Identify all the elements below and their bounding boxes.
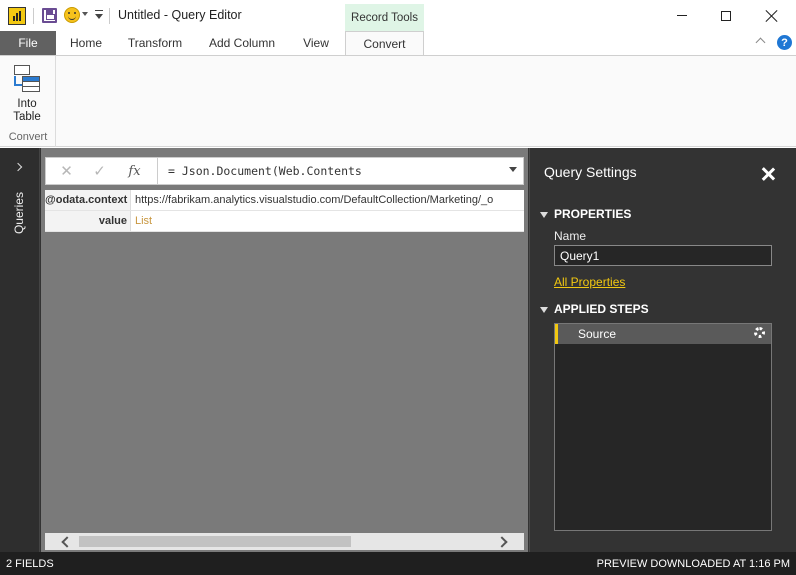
title-bar: Untitled - Query Editor Record Tools [0,0,796,31]
into-table-button[interactable]: Into Table [6,62,48,130]
fx-icon[interactable]: fx [118,158,151,184]
applied-steps-section-header[interactable]: APPLIED STEPS [540,302,649,316]
record-field-name: value [45,211,131,231]
into-table-label: Into Table [13,98,41,123]
formula-bar: ✕ ✓ fx = Json.Document(Web.Contents [45,157,524,185]
close-icon [766,10,778,22]
table-row: @odata.context https://fabrikam.analytic… [45,190,524,211]
close-button[interactable] [749,0,795,31]
applied-steps-list: Source [554,323,772,531]
tab-transform[interactable]: Transform [118,31,192,55]
into-table-icon [12,64,42,96]
collapse-triangle-icon [540,306,548,313]
record-field-value[interactable]: https://fabrikam.analytics.visualstudio.… [135,190,521,210]
scrollbar-thumb[interactable] [79,536,351,547]
power-bi-app-icon[interactable] [8,7,26,25]
cancel-formula-icon[interactable]: ✕ [50,158,83,184]
queries-pane: Queries [0,148,40,552]
record-tools-context-header: Record Tools [345,4,424,31]
chevron-down-icon[interactable] [82,12,88,16]
quick-access-separator [33,8,34,24]
expand-formula-icon[interactable] [509,167,517,172]
ribbon-tabs: File Home Transform Add Column View Conv… [0,31,796,56]
status-bar: 2 FIELDS PREVIEW DOWNLOADED AT 1:16 PM [0,552,796,575]
preview-status: PREVIEW DOWNLOADED AT 1:16 PM [596,558,790,570]
record-table: @odata.context https://fabrikam.analytic… [45,190,524,232]
commit-formula-icon[interactable]: ✓ [83,158,116,184]
table-row: value List [45,211,524,232]
formula-input[interactable]: = Json.Document(Web.Contents [168,164,362,178]
scroll-left-icon[interactable] [61,537,69,545]
ribbon: Into Table Convert [0,55,796,147]
tab-home[interactable]: Home [58,31,114,55]
main-area: Queries ✕ ✓ fx = Json.Document(Web.Conte… [0,148,796,552]
name-label: Name [554,229,587,243]
collapse-triangle-icon [540,211,548,218]
close-icon[interactable] [761,167,775,181]
step-label: Source [578,327,617,341]
maximize-icon [721,10,731,21]
horizontal-scrollbar[interactable] [45,533,524,550]
tab-view[interactable]: View [292,31,340,55]
data-preview-area: ✕ ✓ fx = Json.Document(Web.Contents @oda… [41,148,528,552]
tab-file[interactable]: File [0,31,56,55]
tab-convert[interactable]: Convert [345,31,424,56]
minimize-icon [677,15,687,16]
maximize-button[interactable] [703,0,749,31]
all-properties-link[interactable]: All Properties [554,275,625,289]
gear-icon[interactable] [754,327,765,338]
smile-feedback-icon[interactable] [64,7,80,23]
queries-pane-label[interactable]: Queries [12,192,26,234]
collapse-ribbon-icon[interactable] [756,37,766,45]
list-link[interactable]: List [135,211,521,231]
tab-add-column[interactable]: Add Column [198,31,286,55]
save-icon[interactable] [42,8,57,23]
query-settings-pane: Query Settings PROPERTIES Name All Prope… [529,148,796,552]
title-separator [109,8,110,24]
minimize-button[interactable] [659,0,705,31]
customize-quick-access-icon[interactable] [95,10,103,20]
query-name-field[interactable] [554,245,772,266]
formula-divider [157,158,158,184]
list-item[interactable]: Source [555,324,771,344]
field-count-status: 2 FIELDS [6,558,54,570]
window-title: Untitled - Query Editor [118,8,242,22]
help-icon[interactable]: ? [777,35,792,50]
record-field-name: @odata.context [45,190,131,210]
ribbon-group-convert: Into Table Convert [0,56,56,147]
scroll-right-icon[interactable] [500,537,508,545]
query-settings-title: Query Settings [544,164,637,180]
expand-queries-icon[interactable] [15,162,25,172]
properties-section-header[interactable]: PROPERTIES [540,207,631,221]
ribbon-group-label: Convert [8,131,48,143]
